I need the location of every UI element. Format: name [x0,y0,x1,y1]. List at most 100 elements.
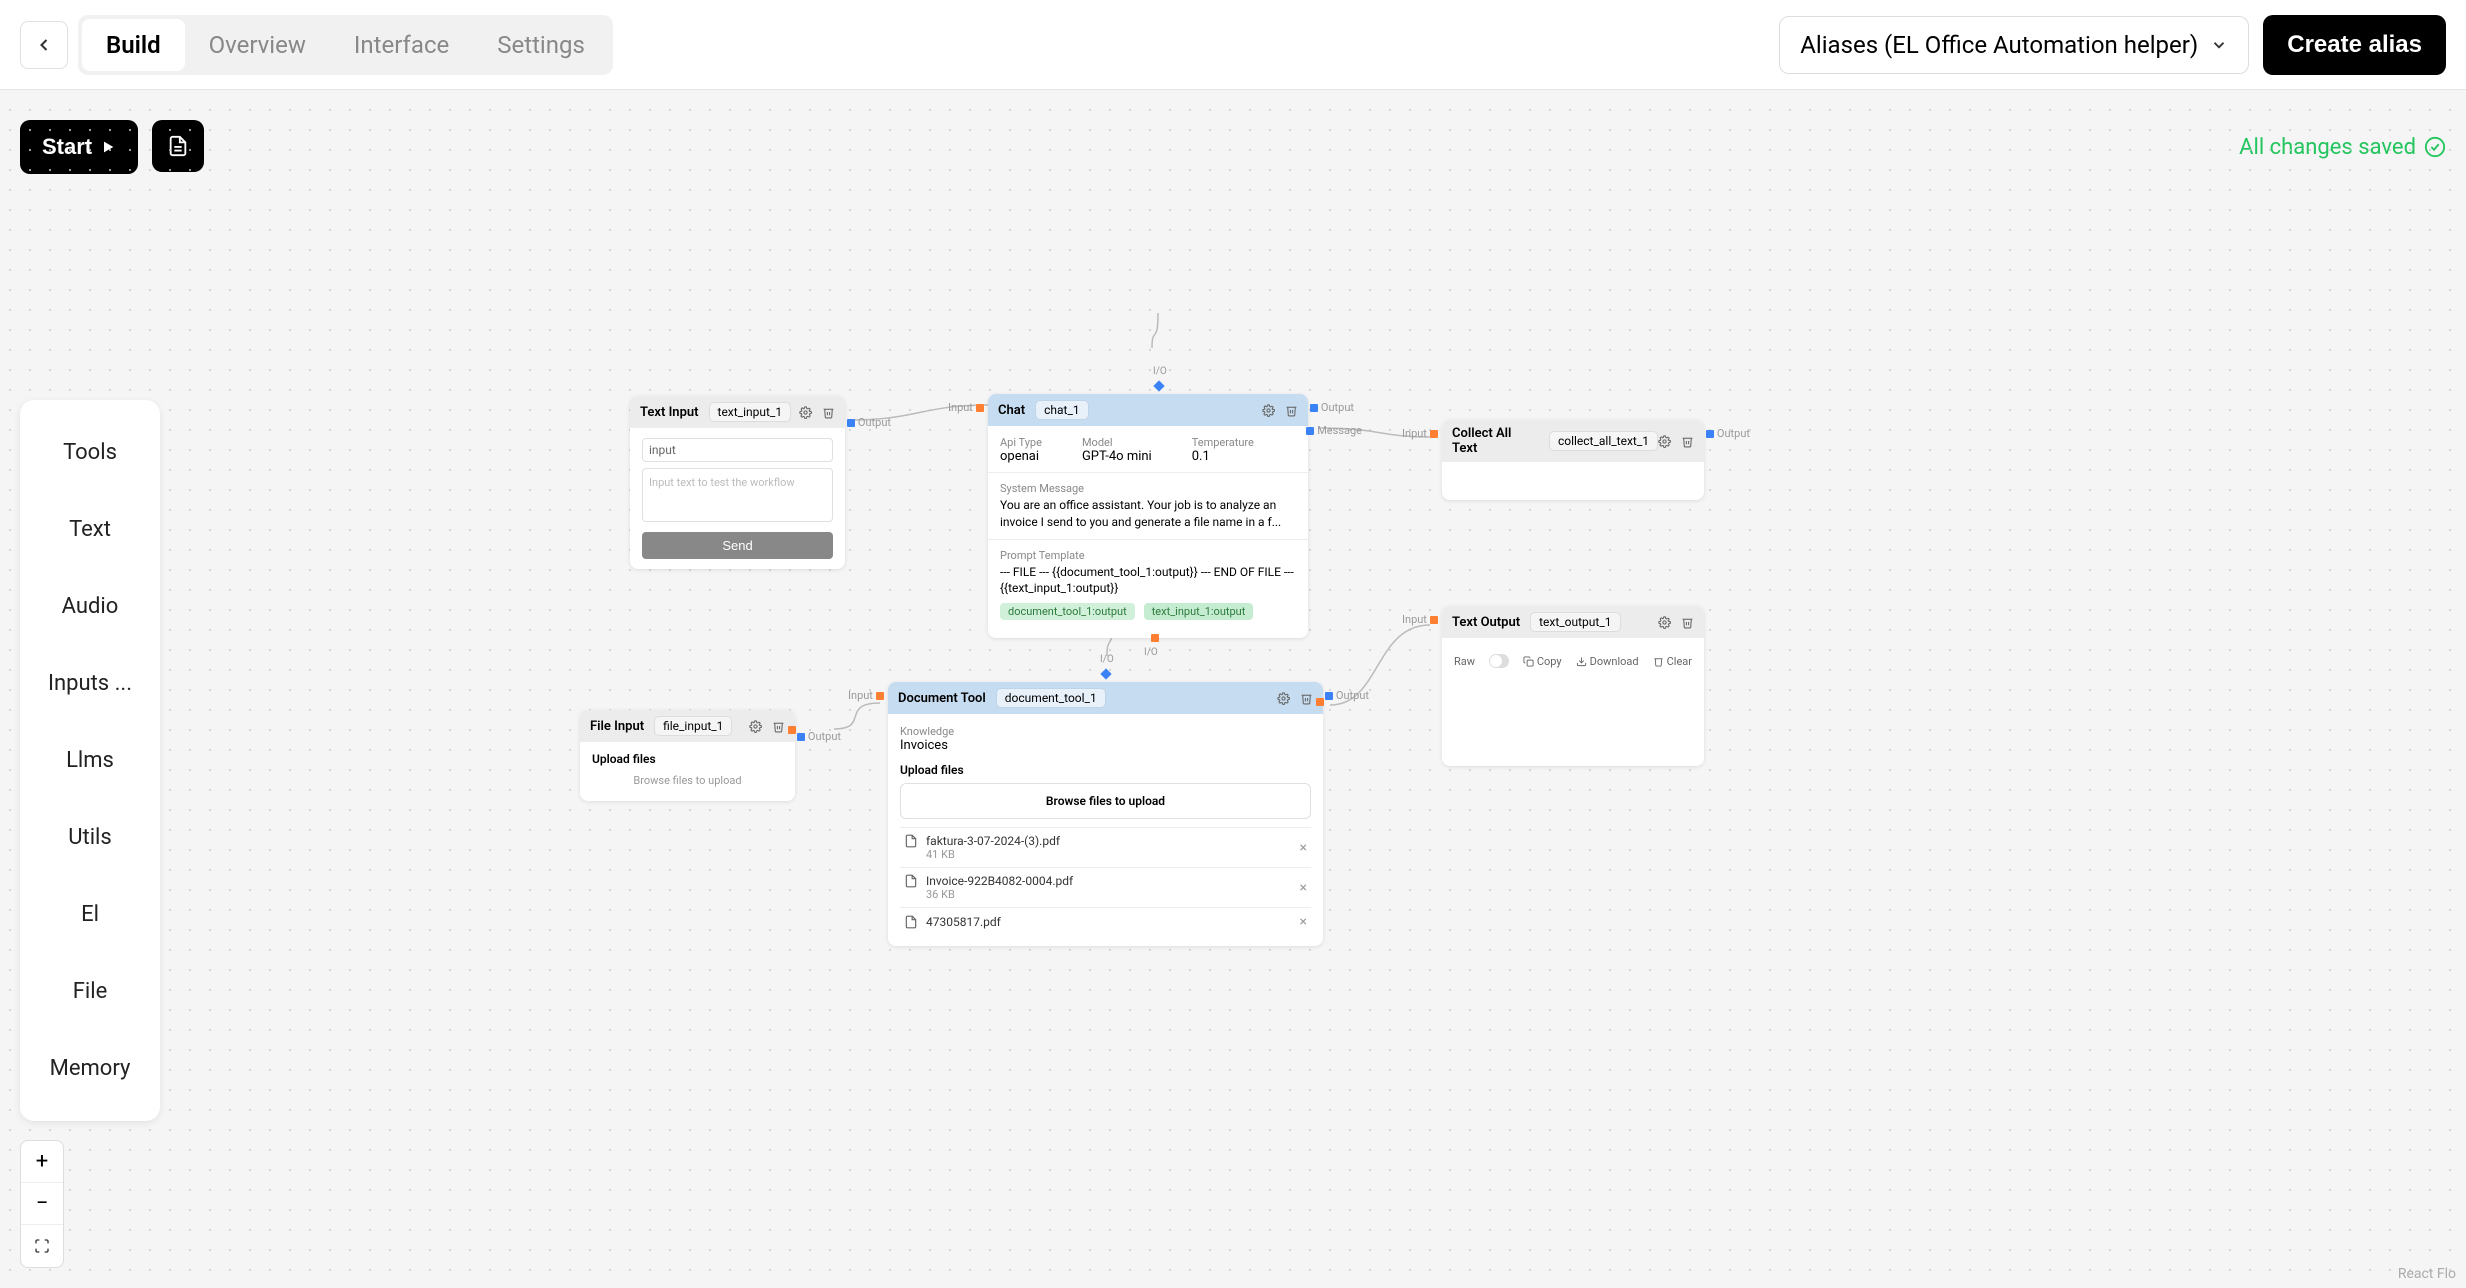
copy-button[interactable]: Copy [1523,655,1562,668]
input-port-label: Input [848,689,887,702]
node-type-label: Document Tool [898,691,986,706]
io-label: I/O [1100,654,1114,665]
node-id-badge: document_tool_1 [996,688,1106,708]
node-body: Upload files Browse files to upload [580,742,795,801]
sidebar-item-audio[interactable]: Audio [28,568,152,645]
knowledge-label: Knowledge [900,725,954,738]
output-port-dot[interactable] [1316,698,1324,706]
gear-icon[interactable] [1262,404,1275,417]
node-body: Api Typeopenai ModelGPT-4o mini Temperat… [988,426,1308,638]
node-header[interactable]: File Input file_input_1 [580,710,795,742]
trash-icon[interactable] [1681,435,1694,448]
input-port-label: Input [1402,613,1441,626]
trash-icon[interactable] [822,406,835,419]
output-port-label: Output [794,730,841,743]
trash-icon[interactable] [772,720,785,733]
upload-label: Upload files [900,763,1311,777]
footer-brand: React Flo [2398,1266,2456,1282]
alias-select[interactable]: Aliases (EL Office Automation helper) [1779,16,2249,74]
output-port-dot[interactable] [788,726,796,734]
sidebar-item-utils[interactable]: Utils [28,799,152,876]
api-type-value: openai [1000,449,1042,464]
raw-toggle[interactable] [1489,654,1509,668]
download-button[interactable]: Download [1576,655,1639,668]
node-id-badge: file_input_1 [654,716,732,736]
topbar: Build Overview Interface Settings Aliase… [0,0,2466,90]
sidebar-item-text[interactable]: Text [28,491,152,568]
node-chat[interactable]: I/O Chat chat_1 Api Typeopenai ModelGPT-… [988,394,1308,638]
file-name: Invoice-922B4082-0004.pdf [926,874,1073,888]
io-port-top[interactable] [1153,380,1164,391]
gear-icon[interactable] [1277,692,1290,705]
model-label: Model [1082,436,1152,449]
clear-button[interactable]: Clear [1653,655,1692,668]
model-value: GPT-4o mini [1082,449,1152,464]
node-collect-all-text[interactable]: Collect All Text collect_all_text_1 Inpu… [1442,420,1704,500]
sidebar-item-inputs[interactable]: Inputs ... [28,645,152,722]
download-icon [1576,656,1587,667]
node-header[interactable]: Chat chat_1 [988,394,1308,426]
io-port-top[interactable] [1100,668,1111,679]
node-header[interactable]: Text Output text_output_1 [1442,606,1704,638]
file-icon [904,874,918,888]
node-text-output[interactable]: Text Output text_output_1 Raw Copy Downl… [1442,606,1704,766]
gear-icon[interactable] [1658,616,1671,629]
node-header[interactable]: Text Input text_input_1 [630,396,845,428]
topbar-left: Build Overview Interface Settings [20,15,613,75]
gear-icon[interactable] [749,720,762,733]
file-size: 41 KB [926,848,1060,861]
browse-link[interactable]: Browse files to upload [592,770,783,791]
output-port-label: Output [1703,427,1750,440]
upload-drop-zone[interactable]: Browse files to upload [900,783,1311,819]
tab-build[interactable]: Build [82,19,185,71]
node-header[interactable]: Collect All Text collect_all_text_1 [1442,420,1704,462]
file-icon [904,834,918,848]
node-header[interactable]: Document Tool document_tool_1 [888,682,1323,714]
back-button[interactable] [20,21,68,69]
remove-file-button[interactable]: × [1300,914,1307,930]
io-label: I/O [1153,366,1167,377]
tab-settings[interactable]: Settings [473,19,609,71]
tab-interface[interactable]: Interface [330,19,473,71]
send-button[interactable]: Send [642,532,833,559]
gear-icon[interactable] [799,406,812,419]
knowledge-value: Invoices [900,738,1311,753]
zoom-fit-button[interactable] [21,1225,63,1267]
create-alias-button[interactable]: Create alias [2263,15,2446,75]
remove-file-button[interactable]: × [1300,840,1307,856]
sidebar-item-file[interactable]: File [28,953,152,1030]
sidebar-item-el[interactable]: El [28,876,152,953]
trash-icon[interactable] [1681,616,1694,629]
output-port-label: Output [844,416,891,429]
chevron-left-icon [34,35,54,55]
system-message-text: You are an office assistant. Your job is… [1000,497,1296,531]
tool-palette: Tools Text Audio Inputs ... Llms Utils E… [20,400,160,1121]
zoom-out-button[interactable]: − [21,1183,63,1225]
sidebar-item-tools[interactable]: Tools [28,414,152,491]
text-input-textarea[interactable]: Input text to test the workflow [642,468,833,522]
trash-icon[interactable] [1300,692,1313,705]
node-body: Raw Copy Download Clear [1442,638,1704,678]
tab-overview[interactable]: Overview [185,19,330,71]
sidebar-item-memory[interactable]: Memory [28,1030,152,1107]
input-port-label: Input [1402,427,1441,440]
node-name-field[interactable]: input [642,438,833,462]
workflow-canvas[interactable]: Tools Text Audio Inputs ... Llms Utils E… [0,100,2466,1288]
node-text-input[interactable]: Text Input text_input_1 input Input text… [630,396,845,569]
remove-file-button[interactable]: × [1300,880,1307,896]
system-message-label: System Message [1000,482,1084,495]
node-type-label: Text Output [1452,615,1520,630]
io-port-bottom[interactable] [1151,634,1159,642]
copy-icon [1523,656,1534,667]
trash-icon[interactable] [1285,404,1298,417]
sidebar-item-llms[interactable]: Llms [28,722,152,799]
node-document-tool[interactable]: I/O Document Tool document_tool_1 Knowle… [888,682,1323,946]
zoom-in-button[interactable]: + [21,1141,63,1183]
gear-icon[interactable] [1658,435,1671,448]
fullscreen-icon [34,1238,50,1254]
node-id-badge: chat_1 [1035,400,1089,420]
node-type-label: Chat [998,403,1025,418]
node-file-input[interactable]: File Input file_input_1 Upload files Bro… [580,710,795,801]
file-row: 47305817.pdf × [900,907,1311,936]
file-size: 36 KB [926,888,1073,901]
